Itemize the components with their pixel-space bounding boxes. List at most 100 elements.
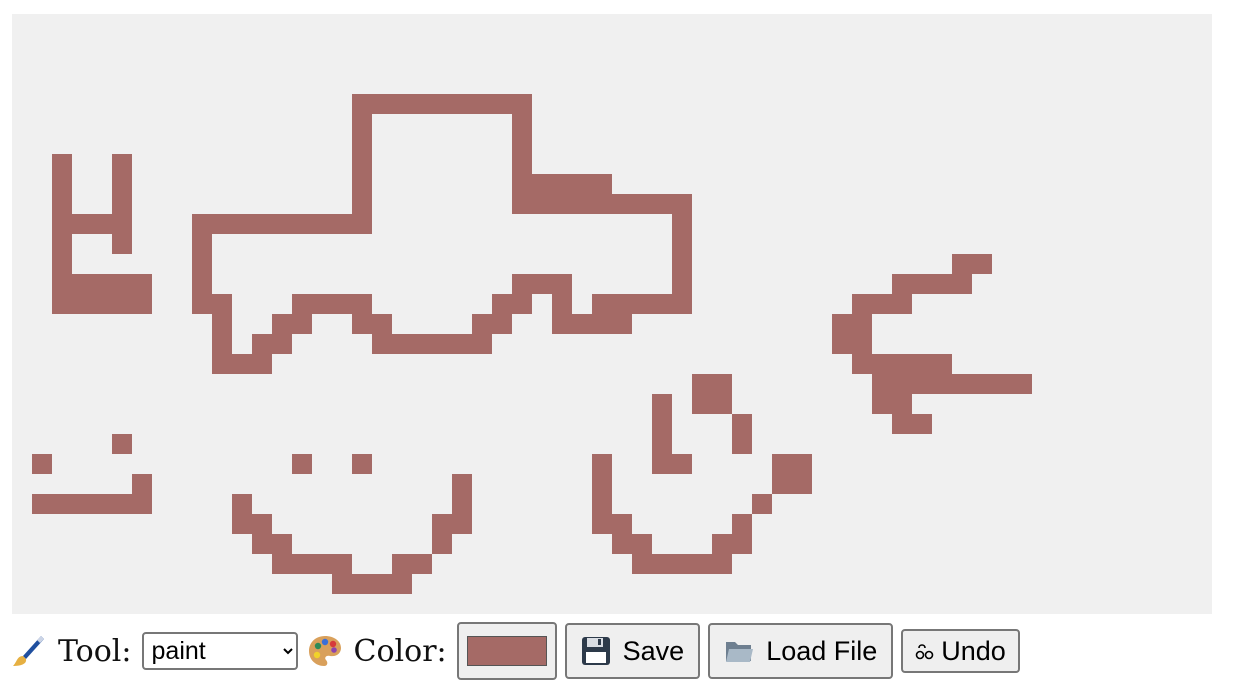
painted-pixel[interactable] xyxy=(92,274,112,294)
painted-pixel[interactable] xyxy=(452,474,472,494)
painted-pixel[interactable] xyxy=(252,534,272,554)
painted-pixel[interactable] xyxy=(192,294,212,314)
painted-pixel[interactable] xyxy=(212,214,232,234)
save-button[interactable]: Save xyxy=(564,623,701,679)
painted-pixel[interactable] xyxy=(592,454,612,474)
load-file-button[interactable]: Load File xyxy=(708,623,894,679)
painted-pixel[interactable] xyxy=(552,294,572,314)
painted-pixel[interactable] xyxy=(252,514,272,534)
painted-pixel[interactable] xyxy=(352,294,372,314)
painted-pixel[interactable] xyxy=(512,294,532,314)
painted-pixel[interactable] xyxy=(852,294,872,314)
painted-pixel[interactable] xyxy=(892,374,912,394)
painted-pixel[interactable] xyxy=(432,334,452,354)
painted-pixel[interactable] xyxy=(52,154,72,174)
painted-pixel[interactable] xyxy=(932,354,952,374)
painted-pixel[interactable] xyxy=(392,94,412,114)
painted-pixel[interactable] xyxy=(472,94,492,114)
painted-pixel[interactable] xyxy=(312,214,332,234)
painted-pixel[interactable] xyxy=(432,94,452,114)
painted-pixel[interactable] xyxy=(432,534,452,554)
painted-pixel[interactable] xyxy=(92,294,112,314)
painted-pixel[interactable] xyxy=(792,454,812,474)
painted-pixel[interactable] xyxy=(672,194,692,214)
painted-pixel[interactable] xyxy=(732,514,752,534)
painted-pixel[interactable] xyxy=(372,314,392,334)
painted-pixel[interactable] xyxy=(352,314,372,334)
painted-pixel[interactable] xyxy=(912,274,932,294)
painted-pixel[interactable] xyxy=(232,514,252,534)
painted-pixel[interactable] xyxy=(912,354,932,374)
painted-pixel[interactable] xyxy=(672,454,692,474)
painted-pixel[interactable] xyxy=(612,534,632,554)
painted-pixel[interactable] xyxy=(852,334,872,354)
painted-pixel[interactable] xyxy=(112,214,132,234)
painted-pixel[interactable] xyxy=(112,274,132,294)
painted-pixel[interactable] xyxy=(1012,374,1032,394)
painted-pixel[interactable] xyxy=(672,234,692,254)
painted-pixel[interactable] xyxy=(352,174,372,194)
painted-pixel[interactable] xyxy=(632,534,652,554)
painted-pixel[interactable] xyxy=(472,314,492,334)
painted-pixel[interactable] xyxy=(72,294,92,314)
painted-pixel[interactable] xyxy=(52,254,72,274)
painted-pixel[interactable] xyxy=(112,434,132,454)
painted-pixel[interactable] xyxy=(52,174,72,194)
painted-pixel[interactable] xyxy=(232,214,252,234)
painted-pixel[interactable] xyxy=(892,394,912,414)
painted-pixel[interactable] xyxy=(972,374,992,394)
painted-pixel[interactable] xyxy=(552,174,572,194)
painted-pixel[interactable] xyxy=(272,314,292,334)
tool-select[interactable]: paint xyxy=(141,632,298,670)
painted-pixel[interactable] xyxy=(32,454,52,474)
painted-pixel[interactable] xyxy=(852,314,872,334)
painted-pixel[interactable] xyxy=(592,474,612,494)
painted-pixel[interactable] xyxy=(572,194,592,214)
painted-pixel[interactable] xyxy=(532,174,552,194)
painted-pixel[interactable] xyxy=(632,194,652,214)
painted-pixel[interactable] xyxy=(652,454,672,474)
painted-pixel[interactable] xyxy=(692,394,712,414)
painted-pixel[interactable] xyxy=(712,374,732,394)
painted-pixel[interactable] xyxy=(52,234,72,254)
painted-pixel[interactable] xyxy=(872,394,892,414)
painted-pixel[interactable] xyxy=(212,314,232,334)
painted-pixel[interactable] xyxy=(292,314,312,334)
painted-pixel[interactable] xyxy=(132,274,152,294)
painted-pixel[interactable] xyxy=(112,174,132,194)
painted-pixel[interactable] xyxy=(772,454,792,474)
painted-pixel[interactable] xyxy=(612,294,632,314)
painted-pixel[interactable] xyxy=(352,134,372,154)
painted-pixel[interactable] xyxy=(332,574,352,594)
painted-pixel[interactable] xyxy=(72,494,92,514)
painted-pixel[interactable] xyxy=(892,354,912,374)
painted-pixel[interactable] xyxy=(252,214,272,234)
painted-pixel[interactable] xyxy=(832,334,852,354)
painted-pixel[interactable] xyxy=(592,494,612,514)
painted-pixel[interactable] xyxy=(992,374,1012,394)
painted-pixel[interactable] xyxy=(492,294,512,314)
painted-pixel[interactable] xyxy=(412,94,432,114)
painted-pixel[interactable] xyxy=(192,254,212,274)
painted-pixel[interactable] xyxy=(672,254,692,274)
painted-pixel[interactable] xyxy=(52,494,72,514)
painted-pixel[interactable] xyxy=(552,194,572,214)
painted-pixel[interactable] xyxy=(612,514,632,534)
painted-pixel[interactable] xyxy=(292,454,312,474)
painted-pixel[interactable] xyxy=(352,454,372,474)
painted-pixel[interactable] xyxy=(352,574,372,594)
painted-pixel[interactable] xyxy=(52,274,72,294)
painted-pixel[interactable] xyxy=(312,294,332,314)
painted-pixel[interactable] xyxy=(492,94,512,114)
painted-pixel[interactable] xyxy=(132,474,152,494)
painted-pixel[interactable] xyxy=(512,114,532,134)
painted-pixel[interactable] xyxy=(432,514,452,534)
painted-pixel[interactable] xyxy=(512,94,532,114)
painted-pixel[interactable] xyxy=(672,214,692,234)
painted-pixel[interactable] xyxy=(632,554,652,574)
painted-pixel[interactable] xyxy=(252,334,272,354)
painted-pixel[interactable] xyxy=(552,314,572,334)
painted-pixel[interactable] xyxy=(332,294,352,314)
color-picker[interactable] xyxy=(456,622,557,680)
painted-pixel[interactable] xyxy=(872,374,892,394)
